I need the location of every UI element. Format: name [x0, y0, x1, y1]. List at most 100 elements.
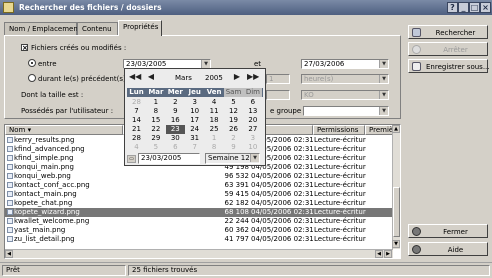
size-unit-select[interactable]: KO ▼	[301, 90, 389, 100]
calendar-year[interactable]: 2005	[205, 74, 223, 82]
scroll-thumb[interactable]	[393, 187, 400, 237]
help-button[interactable]: Aide	[408, 242, 488, 256]
calendar-day[interactable]: 18	[205, 116, 224, 125]
scroll-left-end-icon[interactable]: ◀	[375, 250, 383, 258]
to-date-field[interactable]: 27/03/2006 ▼	[301, 59, 389, 69]
during-unit-select[interactable]: heure(s) ▼	[301, 74, 389, 84]
calendar-day[interactable]: 21	[127, 125, 146, 134]
calendar-month[interactable]: Mars	[175, 74, 192, 82]
chevron-down-icon[interactable]: ▼	[250, 154, 259, 162]
table-row[interactable]: yast_main.png 60 362 04/05/2006 02:31 Lectu…	[5, 226, 393, 235]
scroll-up-icon[interactable]: ▲	[392, 125, 400, 133]
scroll-left-icon[interactable]: ◀	[5, 250, 13, 258]
calendar-day[interactable]: 5	[146, 143, 165, 152]
chevron-down-icon[interactable]: ▼	[201, 60, 210, 68]
previous-year-icon[interactable]: ◀◀	[129, 72, 141, 83]
table-row[interactable]: kontact_conf_acc.png 63 391 04/05/2006 02:…	[5, 181, 393, 190]
chevron-down-icon[interactable]: ▼	[379, 75, 388, 83]
calendar-day[interactable]: 11	[205, 107, 224, 116]
vertical-scrollbar[interactable]: ▲ ▼	[392, 125, 400, 249]
chevron-down-icon[interactable]: ▼	[379, 60, 388, 68]
calendar-day[interactable]: 1	[205, 134, 224, 143]
calendar-day[interactable]: 1	[146, 98, 165, 107]
calendar-day[interactable]: 10	[185, 107, 204, 116]
calendar-day[interactable]: 4	[205, 98, 224, 107]
calendar-day[interactable]: 10	[243, 143, 262, 152]
calendar-day[interactable]: 3	[185, 98, 204, 107]
calendar-date-input[interactable]: 23/03/2005	[138, 153, 200, 164]
calendar-day[interactable]: 28	[127, 98, 146, 107]
calendar-day[interactable]: 7	[185, 143, 204, 152]
search-button[interactable]: Rechercher	[408, 25, 488, 39]
table-row[interactable]: kwallet_welcome.png 22 244 04/05/2006 02:3…	[5, 217, 393, 226]
date-picker-popup[interactable]: ◀◀ ◀ Mars 2005 ▶ ▶▶ Lun Mar Mer Jeu Ven Sam Di…	[124, 68, 266, 166]
calendar-day[interactable]: 2	[166, 98, 185, 107]
calendar-day[interactable]: 29	[146, 134, 165, 143]
calendar-day[interactable]: 6	[243, 98, 262, 107]
calendar-day[interactable]: 6	[166, 143, 185, 152]
calendar-day[interactable]: 16	[166, 116, 185, 125]
column-header-permissions[interactable]: Permissions	[313, 125, 365, 135]
horizontal-scrollbar[interactable]: ◀ ◀ ▶	[5, 249, 393, 258]
calendar-day[interactable]: 26	[224, 125, 243, 134]
calendar-day[interactable]: 5	[224, 98, 243, 107]
stop-button[interactable]: Arrêter	[408, 42, 488, 56]
calendar-day[interactable]: 20	[243, 116, 262, 125]
chevron-down-icon[interactable]: ▼	[379, 107, 388, 115]
file-modified-cell: 04/05/2006 02:31	[251, 172, 313, 180]
calendar-day[interactable]: 25	[205, 125, 224, 134]
next-month-icon[interactable]: ▶	[231, 72, 243, 83]
close-icon[interactable]: ×	[480, 2, 491, 13]
calendar-day[interactable]: 15	[146, 116, 165, 125]
column-header-first-line[interactable]: Première ligne	[365, 125, 393, 135]
calendar-day[interactable]: 23	[165, 125, 185, 134]
during-value-field[interactable]: 1	[266, 74, 290, 84]
calendar-day[interactable]: 14	[127, 116, 146, 125]
calendar-day[interactable]: 9	[224, 143, 243, 152]
calendar-day[interactable]: 19	[224, 116, 243, 125]
table-row[interactable]: kopete_chat.png 62 182 04/05/2006 02:31 Lec…	[5, 199, 393, 208]
calendar-day[interactable]: 28	[127, 134, 146, 143]
close-button[interactable]: Fermer	[408, 224, 488, 238]
search-icon	[412, 28, 421, 37]
calendar-day[interactable]: 22	[146, 125, 165, 134]
calendar-day[interactable]: 2	[224, 134, 243, 143]
table-row[interactable]: kopete_wizard.png 68 108 04/05/2006 02:31 L…	[5, 208, 393, 217]
calendar-day[interactable]: 3	[243, 134, 262, 143]
maximize-icon[interactable]: □	[469, 2, 480, 13]
calendar-day[interactable]: 12	[224, 107, 243, 116]
calendar-day[interactable]: 7	[127, 107, 146, 116]
calendar-day[interactable]: 13	[243, 107, 262, 116]
tab-name-location[interactable]: Nom / Emplacement	[4, 22, 81, 36]
column-header-name[interactable]: Nom ▾	[5, 125, 123, 135]
minimize-icon[interactable]: _	[458, 2, 469, 13]
tab-content[interactable]: Contenu	[77, 22, 118, 36]
help-icon[interactable]: ?	[447, 2, 458, 13]
week-select[interactable]: Semaine 12 ▼	[205, 153, 260, 164]
calendar-day[interactable]: 31	[185, 134, 204, 143]
calendar-day[interactable]: 27	[243, 125, 262, 134]
tab-properties[interactable]: Propriétés	[118, 20, 162, 36]
between-radio[interactable]	[28, 59, 36, 67]
scroll-right-icon[interactable]: ▶	[384, 250, 392, 258]
save-as-button[interactable]: Enregistrer sous...	[408, 59, 490, 73]
calendar-day[interactable]: 4	[127, 143, 146, 152]
during-radio[interactable]	[28, 74, 36, 82]
calendar-day[interactable]: 9	[166, 107, 185, 116]
table-row[interactable]: zu_list_detail.png 41 797 04/05/2006 02:31…	[5, 235, 393, 244]
calendar-day[interactable]: 30	[166, 134, 185, 143]
calendar-day[interactable]: 8	[205, 143, 224, 152]
size-value-field[interactable]	[266, 90, 290, 100]
calendar-day[interactable]: 17	[185, 116, 204, 125]
table-row[interactable]: kontact_main.png 59 415 04/05/2006 02:31 Le…	[5, 190, 393, 199]
calendar-today-icon[interactable]: ▭	[127, 155, 136, 163]
previous-month-icon[interactable]: ◀	[145, 72, 157, 83]
group-select[interactable]: ▼	[303, 106, 389, 116]
table-row[interactable]: konqui_web.png 96 532 04/05/2006 02:31 Lect…	[5, 172, 393, 181]
next-year-icon[interactable]: ▶▶	[247, 72, 259, 83]
scroll-down-icon[interactable]: ▼	[392, 240, 400, 248]
calendar-day[interactable]: 24	[185, 125, 204, 134]
chevron-down-icon[interactable]: ▼	[379, 91, 388, 99]
created-modified-checkbox[interactable]: ×	[21, 44, 28, 52]
calendar-day[interactable]: 8	[146, 107, 165, 116]
